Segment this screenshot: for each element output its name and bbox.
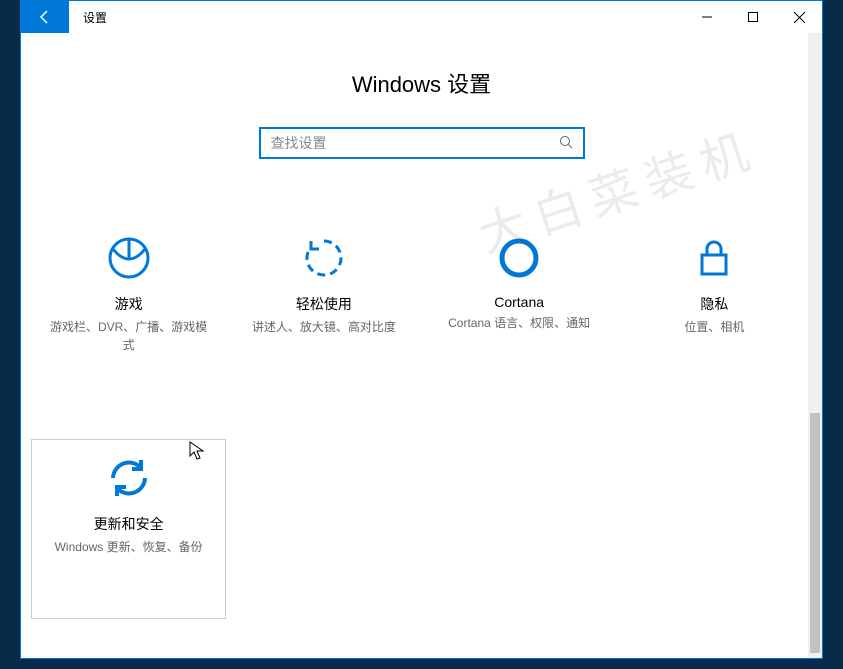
close-icon bbox=[794, 12, 805, 23]
tiles-grid: 游戏 游戏栏、DVR、广播、游戏模式 轻松使用 讲述人、放大镜、高对比度 bbox=[21, 219, 822, 619]
maximize-button[interactable] bbox=[730, 1, 776, 33]
search-input[interactable] bbox=[271, 135, 559, 151]
tile-privacy[interactable]: 隐私 位置、相机 bbox=[617, 219, 812, 399]
titlebar: 设置 bbox=[21, 1, 822, 33]
tile-title: 更新和安全 bbox=[94, 514, 164, 534]
tile-title: Cortana bbox=[494, 294, 544, 310]
back-button[interactable] bbox=[21, 1, 69, 33]
update-icon bbox=[107, 456, 151, 500]
tile-desc: Windows 更新、恢复、备份 bbox=[55, 538, 203, 556]
tile-desc: Cortana 语言、权限、通知 bbox=[448, 314, 590, 332]
tile-title: 隐私 bbox=[700, 294, 728, 314]
content-area: 大白菜装机 Windows 设置 游戏 游戏栏 bbox=[21, 33, 822, 658]
gaming-icon bbox=[107, 236, 151, 280]
scrollbar-thumb[interactable] bbox=[810, 413, 820, 653]
close-button[interactable] bbox=[776, 1, 822, 33]
arrow-left-icon bbox=[37, 9, 53, 25]
window-title: 设置 bbox=[83, 9, 107, 26]
minimize-button[interactable] bbox=[684, 1, 730, 33]
tile-desc: 位置、相机 bbox=[684, 318, 744, 336]
search-icon bbox=[559, 135, 573, 152]
window-controls bbox=[684, 1, 822, 33]
tile-title: 轻松使用 bbox=[296, 294, 352, 314]
minimize-icon bbox=[702, 12, 712, 22]
tile-cortana[interactable]: Cortana Cortana 语言、权限、通知 bbox=[422, 219, 617, 399]
page-title: Windows 设置 bbox=[21, 67, 822, 99]
privacy-icon bbox=[692, 236, 736, 280]
tile-ease-of-access[interactable]: 轻松使用 讲述人、放大镜、高对比度 bbox=[226, 219, 421, 399]
tile-update-security[interactable]: 更新和安全 Windows 更新、恢复、备份 bbox=[31, 439, 226, 619]
scrollbar[interactable] bbox=[808, 33, 822, 658]
settings-window: 设置 大白菜装机 Windows 设置 bbox=[20, 0, 823, 659]
tile-gaming[interactable]: 游戏 游戏栏、DVR、广播、游戏模式 bbox=[31, 219, 226, 399]
ease-of-access-icon bbox=[302, 236, 346, 280]
tile-title: 游戏 bbox=[115, 294, 143, 314]
maximize-icon bbox=[748, 12, 758, 22]
search-wrap bbox=[21, 127, 822, 159]
cortana-icon bbox=[497, 236, 541, 280]
tile-desc: 游戏栏、DVR、广播、游戏模式 bbox=[49, 318, 209, 354]
search-box[interactable] bbox=[259, 127, 585, 159]
tile-desc: 讲述人、放大镜、高对比度 bbox=[252, 318, 396, 336]
